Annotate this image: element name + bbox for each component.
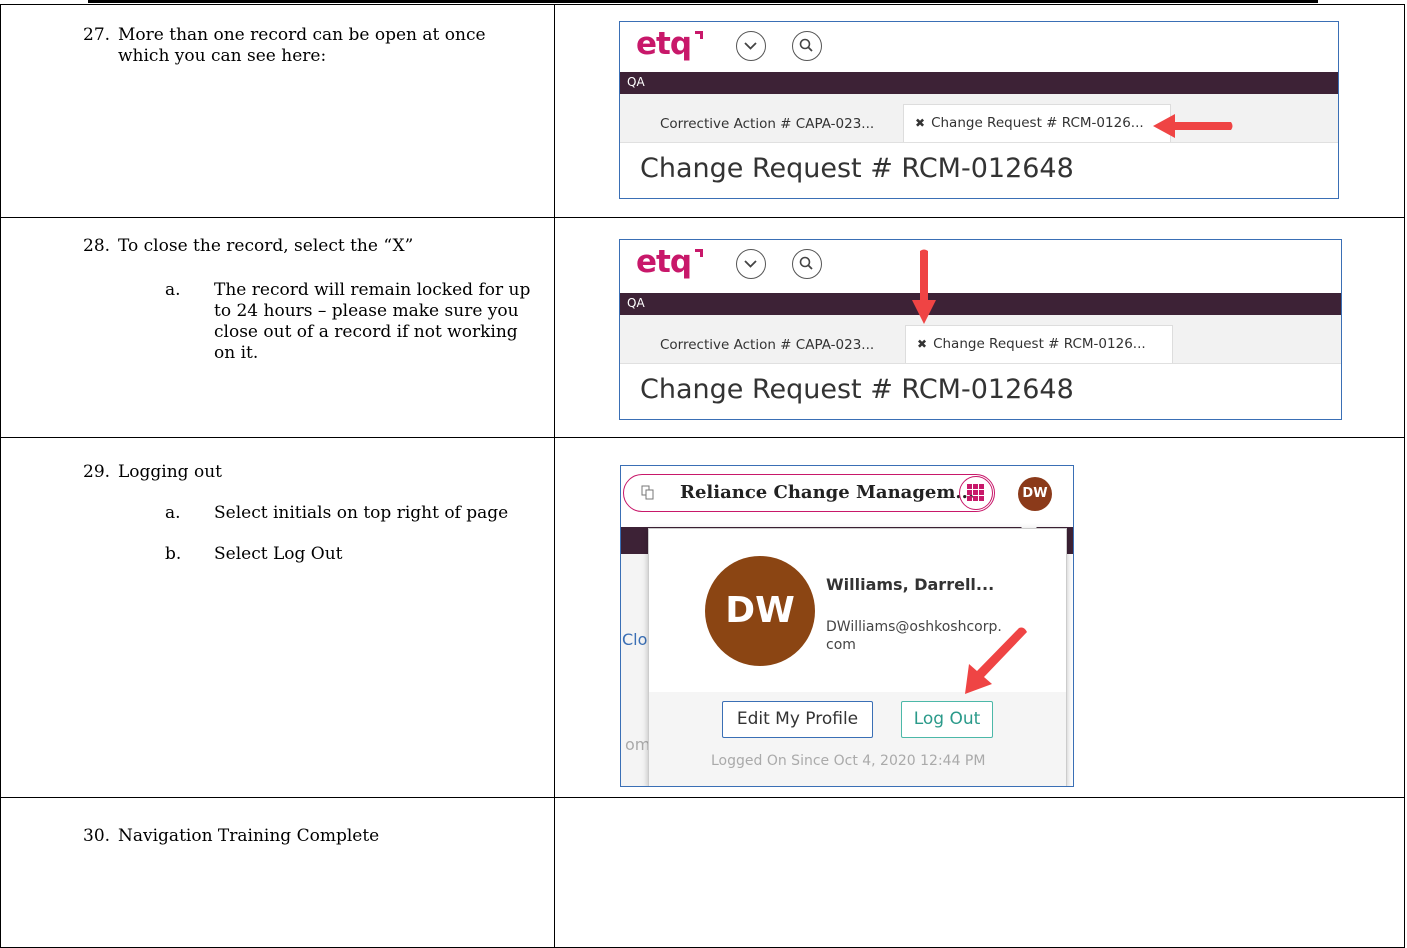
close-icon[interactable]: ✖ (915, 116, 925, 130)
user-initials-avatar[interactable]: DW (1018, 477, 1052, 511)
step-cell: 27. More than one record can be open at … (0, 4, 555, 218)
app-name: Reliance Change Managem... (680, 482, 975, 503)
user-name: Williams, Darrell... (826, 575, 995, 594)
tab-label: Change Request # RCM-0126... (931, 115, 1144, 131)
search-icon[interactable] (792, 31, 822, 61)
tab-label: Change Request # RCM-0126... (933, 336, 1146, 352)
step-number: 28. (83, 236, 111, 256)
etq-logo: etq (636, 26, 692, 62)
logged-on-since: Logged On Since Oct 4, 2020 12:44 PM (711, 753, 986, 769)
screenshot-cell: etq QA Corrective Action # CAPA-023... ✖… (554, 4, 1405, 218)
chevron-down-icon[interactable] (736, 249, 766, 279)
band-label: QA (627, 296, 645, 310)
band-label: QA (627, 75, 645, 89)
step-number: 29. (83, 462, 111, 482)
background-text: om (625, 735, 651, 754)
logout-screenshot: Reliance Change Managem... DW Clos om DW… (620, 465, 1074, 787)
substep-letter: a. (165, 503, 181, 523)
app-grid-icon[interactable] (959, 476, 993, 510)
step-text: To close the record, select the “X” (118, 236, 414, 256)
table-row: 28. To close the record, select the “X” … (0, 217, 1405, 438)
substep-text: Select initials on top right of page (214, 503, 509, 523)
record-title: Change Request # RCM-012648 (640, 374, 1074, 405)
search-icon[interactable] (792, 249, 822, 279)
table-row: 29. Logging out a. Select initials on to… (0, 437, 1405, 798)
context-band: QA (620, 72, 1338, 94)
etq-screenshot: etq QA Corrective Action # CAPA-023... ✖… (619, 21, 1339, 199)
tab-bar: Corrective Action # CAPA-023... ✖ Change … (620, 315, 1341, 364)
step-number: 27. (83, 25, 111, 45)
step-number: 30. (83, 826, 111, 846)
table-row: 30. Navigation Training Complete (0, 797, 1405, 948)
step-cell: 28. To close the record, select the “X” … (0, 217, 555, 438)
log-out-button[interactable]: Log Out (901, 701, 993, 738)
red-arrow-icon (965, 627, 1027, 694)
etq-screenshot: etq QA Corrective Action # CAPA-023... ✖… (619, 239, 1342, 420)
tab-change-request[interactable]: ✖ Change Request # RCM-0126... (905, 325, 1173, 363)
tab-corrective-action[interactable]: Corrective Action # CAPA-023... (660, 106, 874, 142)
substep-text: The record will remain locked for up to … (214, 280, 531, 363)
red-arrow-icon (1153, 114, 1233, 138)
record-title: Change Request # RCM-012648 (640, 153, 1074, 184)
instruction-table: 27. More than one record can be open at … (0, 4, 1405, 948)
step-text: Logging out (118, 462, 222, 482)
step-text: More than one record can be open at once… (118, 25, 486, 66)
substep-letter: b. (165, 544, 182, 564)
red-arrow-icon (912, 249, 936, 324)
step-cell: 30. Navigation Training Complete (0, 797, 555, 948)
edit-profile-button[interactable]: Edit My Profile (722, 701, 873, 738)
context-band: QA (620, 293, 1341, 315)
chevron-down-icon[interactable] (736, 31, 766, 61)
table-row: 27. More than one record can be open at … (0, 4, 1405, 218)
substep-letter: a. (165, 280, 181, 300)
popup-footer: Edit My Profile Log Out Logged On Since … (649, 692, 1066, 786)
step-cell: 29. Logging out a. Select initials on to… (0, 437, 555, 798)
close-icon[interactable]: ✖ (917, 337, 927, 351)
step-text: Navigation Training Complete (118, 826, 380, 846)
logo-mark (700, 249, 703, 257)
screenshot-cell (554, 797, 1405, 948)
header-rule (88, 0, 1318, 3)
tab-corrective-action[interactable]: Corrective Action # CAPA-023... (660, 327, 874, 363)
etq-logo: etq (636, 244, 692, 280)
user-avatar: DW (705, 556, 815, 666)
substep-text: Select Log Out (214, 544, 343, 564)
document-icon (641, 485, 655, 505)
logo-mark (700, 31, 703, 39)
tab-change-request[interactable]: ✖ Change Request # RCM-0126... (903, 104, 1171, 142)
screenshot-cell: etq QA Corrective Action # CAPA-023... ✖… (554, 217, 1405, 438)
screenshot-cell: Reliance Change Managem... DW Clos om DW… (554, 437, 1405, 798)
